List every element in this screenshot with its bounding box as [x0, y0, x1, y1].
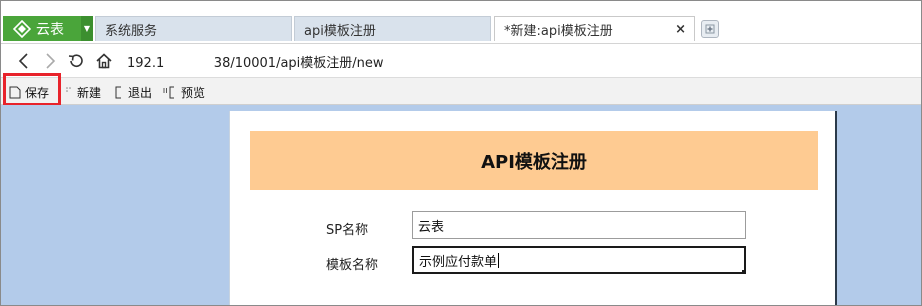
add-tab-button[interactable]	[701, 20, 719, 38]
save-icon	[9, 86, 21, 98]
brand-dropdown[interactable]: ▼	[81, 16, 93, 41]
brand-logo-icon	[13, 19, 31, 38]
tab-label: 系统服务	[105, 23, 158, 39]
save-label: 保存	[25, 85, 50, 100]
sp-name-label: SP名称	[326, 223, 369, 238]
preview-icon	[163, 86, 174, 98]
exit-label: 退出	[128, 85, 153, 100]
add-tab-icon	[705, 24, 715, 34]
resize-handle[interactable]	[742, 270, 746, 274]
brand-label: 云表	[36, 21, 64, 38]
close-icon[interactable]: ×	[675, 22, 686, 37]
sp-name-field[interactable]: 云表	[412, 211, 746, 239]
exit-button[interactable]: 退出	[114, 82, 152, 102]
toolbar: 保存 新建 退出 预览	[1, 77, 921, 105]
page-title: API模板注册	[481, 151, 587, 173]
dropdown-icon: ▼	[83, 24, 91, 33]
form-sheet: API模板注册 SP名称 云表 模板名称 示例应付款单	[229, 111, 837, 305]
tab-new-api-template-register[interactable]: *新建:api模板注册 ×	[494, 16, 695, 41]
preview-label: 预览	[181, 85, 206, 100]
template-name-field[interactable]: 示例应付款单	[412, 246, 746, 274]
brand-button[interactable]: 云表	[3, 16, 81, 41]
address-bar: 192.1 38/10001/api模板注册/new	[1, 43, 921, 77]
preview-button[interactable]: 预览	[163, 82, 205, 102]
tab-label: api模板注册	[304, 23, 376, 39]
reload-icon[interactable]	[67, 52, 85, 70]
tab-api-template-register[interactable]: api模板注册	[294, 16, 491, 41]
text-caret	[498, 252, 500, 268]
tab-strip: 云表 ▼ 系统服务 api模板注册 *新建:api模板注册 ×	[1, 1, 921, 43]
address-url[interactable]: 192.1 38/10001/api模板注册/new	[127, 52, 384, 71]
new-label: 新建	[77, 85, 102, 100]
form-header: API模板注册	[250, 131, 818, 190]
save-button[interactable]: 保存	[9, 82, 49, 102]
back-icon[interactable]	[15, 52, 33, 70]
tab-system-services[interactable]: 系统服务	[95, 16, 292, 41]
sp-name-value: 云表	[418, 219, 445, 235]
forward-icon[interactable]	[41, 52, 59, 70]
exit-icon	[115, 86, 121, 98]
template-name-label: 模板名称	[326, 258, 379, 273]
content-area: API模板注册 SP名称 云表 模板名称 示例应付款单	[1, 105, 921, 305]
template-name-value: 示例应付款单	[419, 254, 498, 270]
app-window: 云表 ▼ 系统服务 api模板注册 *新建:api模板注册 × 192.1 38…	[0, 0, 922, 306]
new-icon	[66, 86, 71, 92]
tab-label: *新建:api模板注册	[504, 23, 613, 39]
home-icon[interactable]	[95, 52, 113, 70]
new-button[interactable]: 新建	[65, 82, 101, 102]
